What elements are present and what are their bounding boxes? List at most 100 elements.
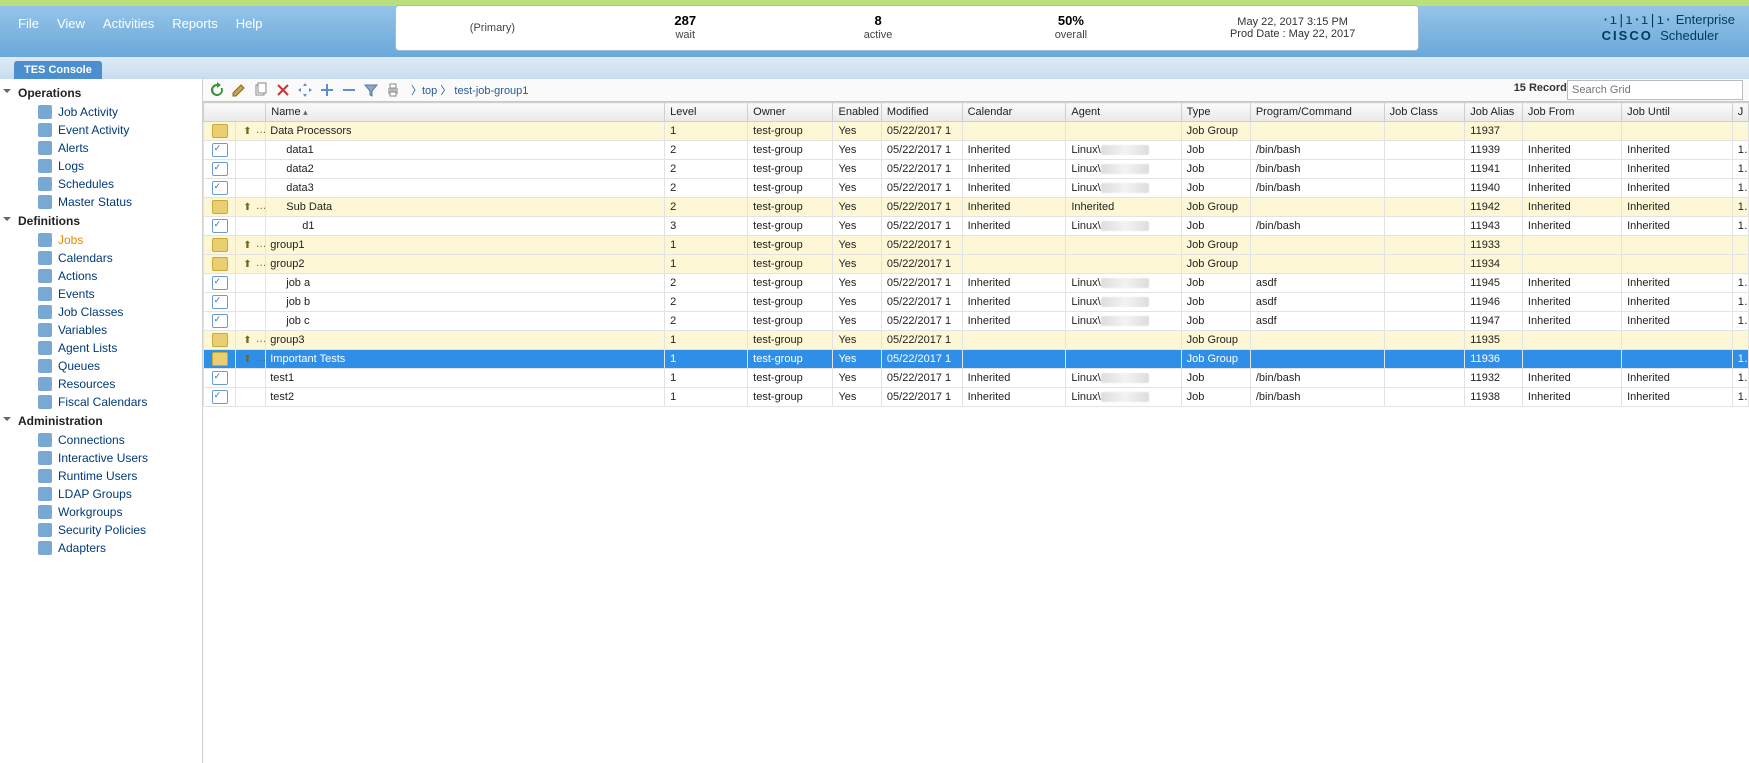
- menu-reports[interactable]: Reports: [172, 16, 218, 31]
- cell-j: 1: [1732, 293, 1748, 312]
- cell-jobclass: [1384, 122, 1465, 141]
- cell-enabled: Yes: [833, 160, 881, 179]
- cell-jobclass: [1384, 255, 1465, 274]
- cell-from: Inherited: [1522, 274, 1621, 293]
- table-row[interactable]: test21test-groupYes05/22/2017 1Inherited…: [204, 388, 1749, 407]
- table-row[interactable]: job b2test-groupYes05/22/2017 1Inherited…: [204, 293, 1749, 312]
- nav-item-fiscal-calendars[interactable]: Fiscal Calendars: [0, 393, 202, 411]
- add-icon[interactable]: [319, 82, 335, 98]
- col-type[interactable]: Type: [1181, 103, 1250, 122]
- cell-program: /bin/bash: [1250, 369, 1384, 388]
- nav-item-interactive-users[interactable]: Interactive Users: [0, 449, 202, 467]
- col-owner[interactable]: Owner: [748, 103, 833, 122]
- copy-icon[interactable]: [253, 82, 269, 98]
- nav-item-icon: [38, 269, 52, 283]
- menu-view[interactable]: View: [57, 16, 85, 31]
- nav-section-definitions[interactable]: Definitions: [0, 211, 202, 231]
- cell-level: 1: [665, 388, 748, 407]
- col-job-until[interactable]: Job Until: [1622, 103, 1733, 122]
- table-row[interactable]: ⬆◢group21test-groupYes05/22/2017 1Job Gr…: [204, 255, 1749, 274]
- col-name[interactable]: Name: [266, 103, 665, 122]
- nav-item-actions[interactable]: Actions: [0, 267, 202, 285]
- nav-section-operations[interactable]: Operations: [0, 83, 202, 103]
- nav-item-ldap-groups[interactable]: LDAP Groups: [0, 485, 202, 503]
- table-row[interactable]: ⬆▷group31test-groupYes05/22/2017 1Job Gr…: [204, 331, 1749, 350]
- refresh-icon[interactable]: [209, 82, 225, 98]
- table-row[interactable]: ⬆◢Sub Data2test-groupYes05/22/2017 1Inhe…: [204, 198, 1749, 217]
- cell-alias: 11934: [1465, 255, 1523, 274]
- menu-activities[interactable]: Activities: [103, 16, 154, 31]
- nav-item-resources[interactable]: Resources: [0, 375, 202, 393]
- cell-owner: test-group: [748, 388, 833, 407]
- table-row[interactable]: ⬆▷group11test-groupYes05/22/2017 1Job Gr…: [204, 236, 1749, 255]
- nav-item-security-policies[interactable]: Security Policies: [0, 521, 202, 539]
- nav-item-queues[interactable]: Queues: [0, 357, 202, 375]
- table-row[interactable]: job a2test-groupYes05/22/2017 1Inherited…: [204, 274, 1749, 293]
- agent-name-redacted: [1101, 278, 1149, 288]
- table-row[interactable]: job c2test-groupYes05/22/2017 1Inherited…: [204, 312, 1749, 331]
- cell-calendar: Inherited: [962, 179, 1066, 198]
- edit-icon[interactable]: [231, 82, 247, 98]
- nav-item-master-status[interactable]: Master Status: [0, 193, 202, 211]
- nav-item-job-activity[interactable]: Job Activity: [0, 103, 202, 121]
- filter-icon[interactable]: [363, 82, 379, 98]
- delete-icon[interactable]: [275, 82, 291, 98]
- nav-item-schedules[interactable]: Schedules: [0, 175, 202, 193]
- nav-item-agent-lists[interactable]: Agent Lists: [0, 339, 202, 357]
- col-job-from[interactable]: Job From: [1522, 103, 1621, 122]
- crumb-current[interactable]: test-job-group1: [454, 85, 528, 97]
- cell-modified: 05/22/2017 1: [881, 350, 962, 369]
- table-row[interactable]: test11test-groupYes05/22/2017 1Inherited…: [204, 369, 1749, 388]
- menu-file[interactable]: File: [18, 16, 39, 31]
- nav-item-logs[interactable]: Logs: [0, 157, 202, 175]
- cell-until: Inherited: [1622, 274, 1733, 293]
- col-modified[interactable]: Modified: [881, 103, 962, 122]
- cell-j: 1: [1732, 312, 1748, 331]
- col-calendar[interactable]: Calendar: [962, 103, 1066, 122]
- nav-item-jobs[interactable]: Jobs: [0, 231, 202, 249]
- table-row[interactable]: data12test-groupYes05/22/2017 1Inherited…: [204, 141, 1749, 160]
- crumb-top[interactable]: top: [422, 85, 437, 97]
- nav-item-workgroups[interactable]: Workgroups: [0, 503, 202, 521]
- table-row[interactable]: ⬆◢Data Processors1test-groupYes05/22/201…: [204, 122, 1749, 141]
- nav-item-alerts[interactable]: Alerts: [0, 139, 202, 157]
- nav-item-calendars[interactable]: Calendars: [0, 249, 202, 267]
- col-j[interactable]: J: [1732, 103, 1748, 122]
- col-job-class[interactable]: Job Class: [1384, 103, 1465, 122]
- cell-type: Job Group: [1181, 331, 1250, 350]
- search-input[interactable]: [1567, 80, 1743, 100]
- cell-owner: test-group: [748, 122, 833, 141]
- nav-item-icon: [38, 433, 52, 447]
- cell-enabled: Yes: [833, 122, 881, 141]
- nav-item-event-activity[interactable]: Event Activity: [0, 121, 202, 139]
- cell-j: [1732, 331, 1748, 350]
- col-job-alias[interactable]: Job Alias: [1465, 103, 1523, 122]
- cell-type: Job Group: [1181, 122, 1250, 141]
- nav-item-icon: [38, 377, 52, 391]
- remove-icon[interactable]: [341, 82, 357, 98]
- menu-help[interactable]: Help: [236, 16, 263, 31]
- nav-item-job-classes[interactable]: Job Classes: [0, 303, 202, 321]
- col-program-command[interactable]: Program/Command: [1250, 103, 1384, 122]
- nav-section-administration[interactable]: Administration: [0, 411, 202, 431]
- table-row[interactable]: d13test-groupYes05/22/2017 1InheritedLin…: [204, 217, 1749, 236]
- cell-name: d1: [266, 217, 665, 236]
- tab-tes-console[interactable]: TES Console: [14, 61, 102, 79]
- cell-level: 2: [665, 160, 748, 179]
- col-enabled[interactable]: Enabled: [833, 103, 881, 122]
- nav-item-connections[interactable]: Connections: [0, 431, 202, 449]
- table-row[interactable]: data22test-groupYes05/22/2017 1Inherited…: [204, 160, 1749, 179]
- table-row[interactable]: ⬆▷Important Tests1test-groupYes05/22/201…: [204, 350, 1749, 369]
- nav-item-runtime-users[interactable]: Runtime Users: [0, 467, 202, 485]
- col-icon[interactable]: [204, 103, 266, 122]
- nav-item-events[interactable]: Events: [0, 285, 202, 303]
- cell-level: 2: [665, 293, 748, 312]
- jobs-grid[interactable]: NameLevelOwnerEnabledModifiedCalendarAge…: [203, 102, 1749, 407]
- table-row[interactable]: data32test-groupYes05/22/2017 1Inherited…: [204, 179, 1749, 198]
- col-agent[interactable]: Agent: [1066, 103, 1181, 122]
- nav-item-variables[interactable]: Variables: [0, 321, 202, 339]
- col-level[interactable]: Level: [665, 103, 748, 122]
- move-icon[interactable]: [297, 82, 313, 98]
- nav-item-adapters[interactable]: Adapters: [0, 539, 202, 557]
- print-icon[interactable]: [385, 82, 401, 98]
